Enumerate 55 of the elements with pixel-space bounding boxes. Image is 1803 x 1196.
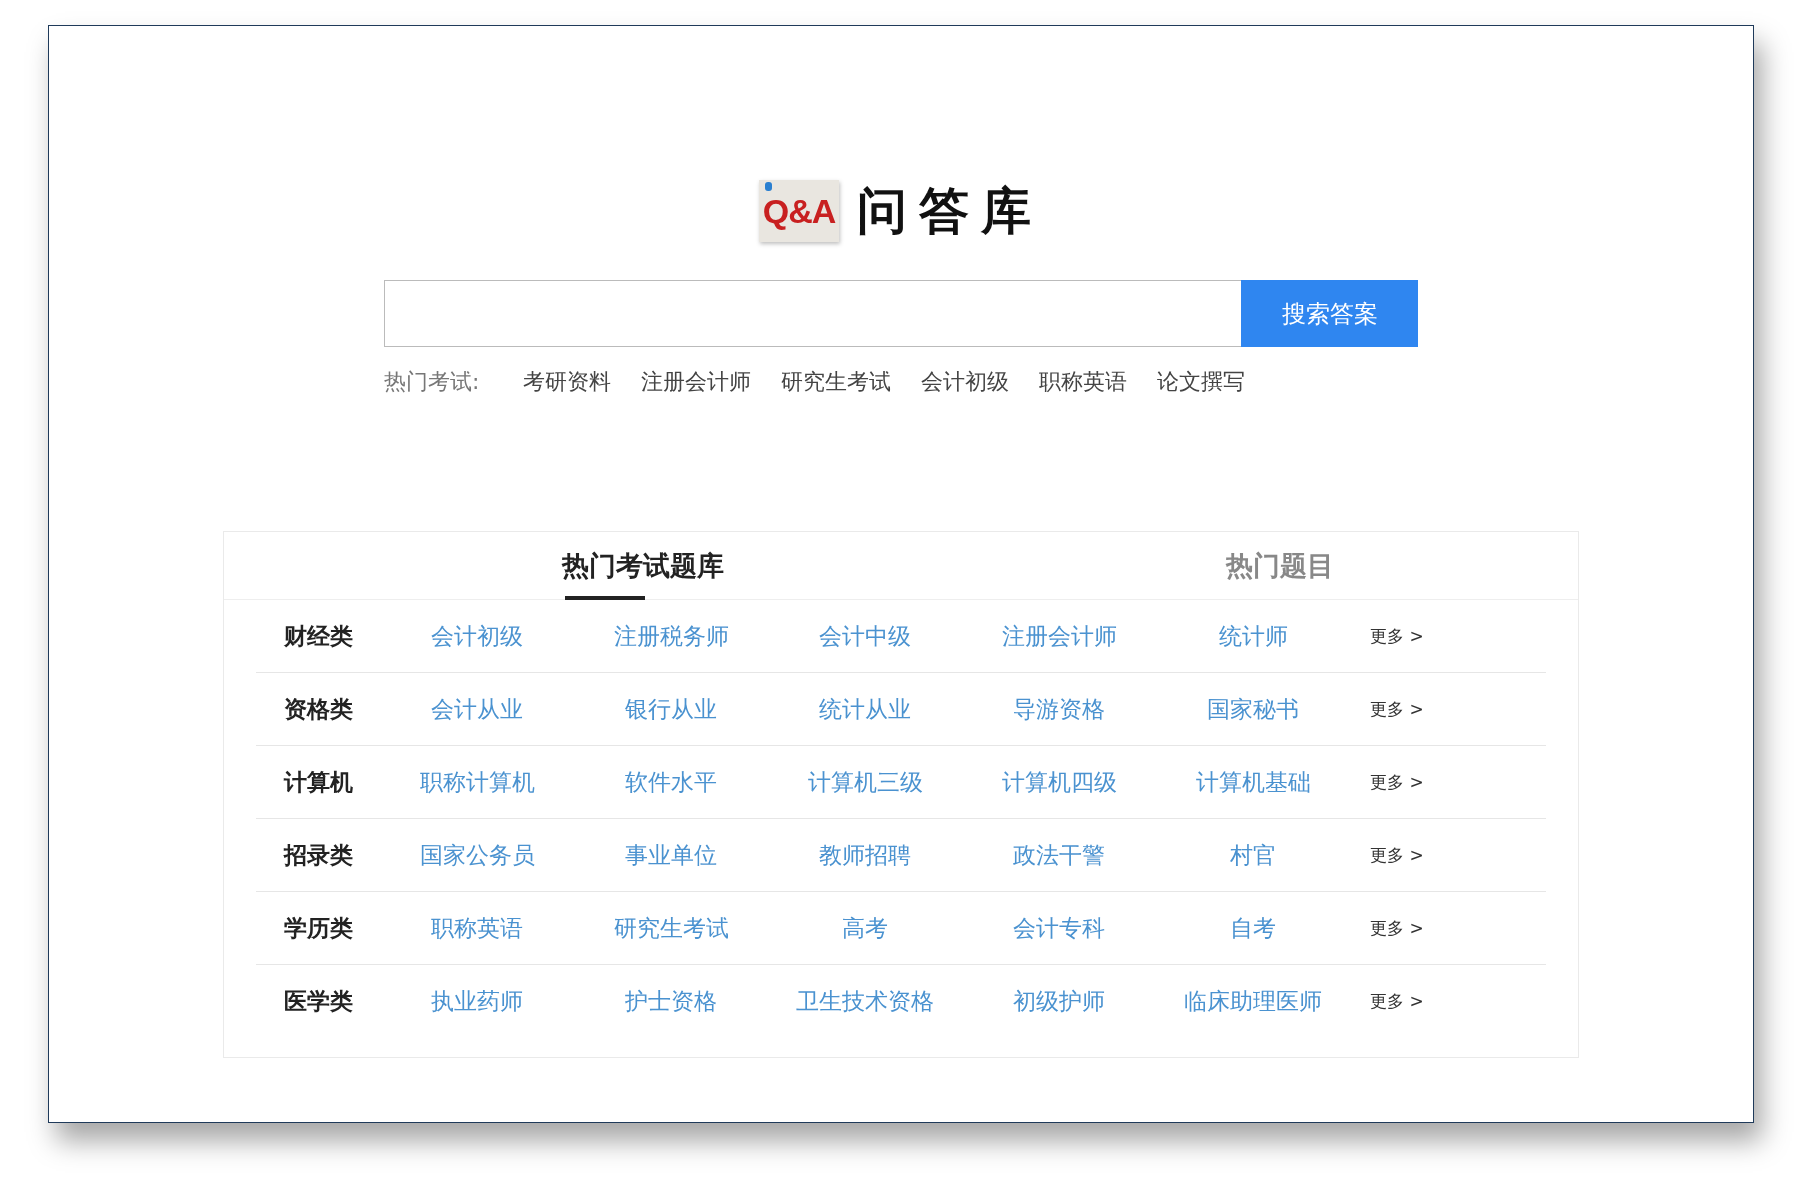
exam-link[interactable]: 初级护师: [1013, 987, 1105, 1014]
exam-link[interactable]: 村官: [1230, 841, 1276, 868]
hot-exam-link[interactable]: 研究生考试: [781, 367, 892, 397]
exam-link[interactable]: 国家公务员: [419, 841, 535, 868]
exam-link[interactable]: 卫生技术资格: [796, 987, 934, 1014]
hot-exam-link[interactable]: 论文撰写: [1157, 367, 1246, 397]
exam-link[interactable]: 国家秘书: [1207, 695, 1299, 722]
exam-link[interactable]: 政法干警: [1013, 841, 1105, 868]
logo-badge: Q&A: [759, 180, 839, 242]
exam-link[interactable]: 教师招聘: [819, 841, 911, 868]
more-link[interactable]: 更多 >: [1370, 624, 1424, 648]
more-link[interactable]: 更多 >: [1370, 989, 1424, 1013]
exam-link[interactable]: 导游资格: [1013, 695, 1105, 722]
category-label: 招录类: [283, 840, 353, 870]
hot-exam-link[interactable]: 考研资料: [523, 367, 612, 397]
exam-link[interactable]: 护士资格: [625, 987, 717, 1014]
exam-link[interactable]: 高考: [842, 914, 888, 941]
exam-link[interactable]: 计算机四级: [1001, 768, 1117, 795]
exam-link[interactable]: 执业药师: [431, 987, 523, 1014]
exam-link[interactable]: 职称计算机: [419, 768, 535, 795]
hot-exam-link[interactable]: 注册会计师: [641, 367, 752, 397]
category-label: 医学类: [283, 986, 353, 1016]
exam-link[interactable]: 统计从业: [819, 695, 911, 722]
exam-link[interactable]: 临床助理医师: [1184, 987, 1322, 1014]
exam-link[interactable]: 银行从业: [625, 695, 717, 722]
exam-link[interactable]: 职称英语: [431, 914, 523, 941]
search-field[interactable]: [384, 280, 1241, 347]
category-label: 资格类: [283, 694, 353, 724]
exam-link[interactable]: 自考: [1230, 914, 1276, 941]
exam-link[interactable]: 会计专科: [1013, 914, 1105, 941]
more-link[interactable]: 更多 >: [1370, 770, 1424, 794]
exam-link[interactable]: 注册会计师: [1001, 622, 1117, 649]
hot-exams-label: 热门考试:: [384, 368, 480, 396]
more-link[interactable]: 更多 >: [1370, 916, 1424, 940]
search-button[interactable]: 搜索答案: [1241, 280, 1418, 347]
category-label: 计算机: [283, 767, 353, 797]
more-link[interactable]: 更多 >: [1370, 697, 1424, 721]
logo-title: 问答库: [857, 179, 1043, 242]
exam-link[interactable]: 会计初级: [431, 622, 523, 649]
exam-link[interactable]: 事业单位: [625, 841, 717, 868]
exam-link[interactable]: 计算机三级: [807, 768, 923, 795]
category-label: 学历类: [283, 913, 353, 943]
panel-tab[interactable]: 热门题目: [941, 532, 1578, 599]
exam-link[interactable]: 软件水平: [625, 768, 717, 795]
exam-link[interactable]: 会计中级: [819, 622, 911, 649]
category-label: 财经类: [283, 621, 353, 651]
more-link[interactable]: 更多 >: [1370, 843, 1424, 867]
exam-link[interactable]: 研究生考试: [613, 914, 729, 941]
exam-link[interactable]: 会计从业: [431, 695, 523, 722]
panel-tab[interactable]: 热门考试题库: [224, 532, 941, 599]
hot-exam-link[interactable]: 会计初级: [921, 367, 1010, 397]
hot-exam-link[interactable]: 职称英语: [1039, 367, 1128, 397]
exam-link[interactable]: 计算机基础: [1195, 768, 1311, 795]
exam-link[interactable]: 统计师: [1218, 622, 1288, 649]
exam-link[interactable]: 注册税务师: [613, 622, 729, 649]
